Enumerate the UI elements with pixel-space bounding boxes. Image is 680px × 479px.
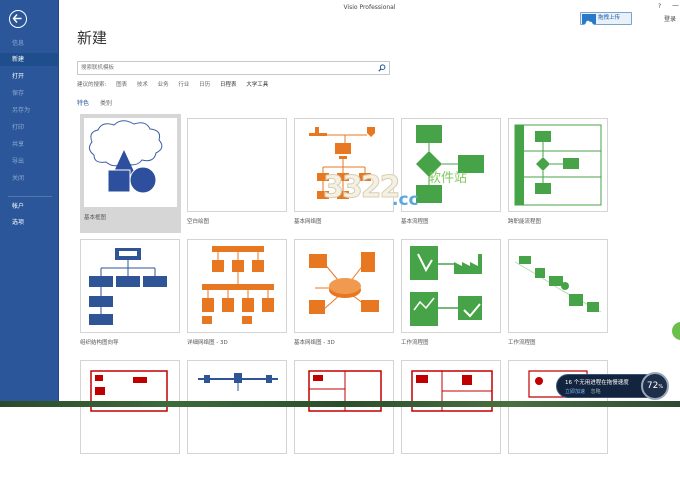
suggested-link-industry[interactable]: 行业 <box>178 82 189 88</box>
cloud-upload-icon <box>582 14 596 28</box>
sidebar-item-open[interactable]: 打开 <box>0 70 59 83</box>
help-button[interactable]: ? <box>658 3 661 10</box>
template-label: 基本网络图 <box>294 219 322 225</box>
memory-gauge[interactable]: 72% <box>641 372 669 400</box>
basic-diagram-thumbnail <box>84 118 177 207</box>
workflow-diagram-thumbnail <box>401 239 501 333</box>
template-workflow-3d[interactable]: 工作流程图 <box>508 239 609 358</box>
gauge-unit: % <box>658 384 664 390</box>
sidebar-item-close[interactable]: 关闭 <box>0 172 59 185</box>
template-label: 基本框图 <box>84 215 107 221</box>
org-chart-wizard-thumbnail <box>80 239 180 333</box>
gauge-value: 72 <box>646 381 659 391</box>
suggested-link-tech[interactable]: 技术 <box>137 82 148 88</box>
back-button[interactable] <box>9 10 27 28</box>
template-detailed-network-3d[interactable]: 详细网络图 - 3D <box>187 239 288 358</box>
main-panel: Visio Professional ? — ✕ 拖拽上传 登录 新建 建议的搜… <box>59 0 680 454</box>
workflow-3d-thumbnail <box>508 239 608 333</box>
search-icon[interactable] <box>378 64 386 72</box>
watermark-digits: 3322 <box>323 170 401 206</box>
template-workflow[interactable]: 工作流程图 <box>401 239 502 358</box>
template-label: 基本流程图 <box>401 219 429 225</box>
template-timeline[interactable] <box>187 360 288 479</box>
template-blank-drawing[interactable]: 空白绘图 <box>187 118 288 237</box>
sidebar-item-account[interactable]: 帐户 <box>0 200 59 213</box>
template-label: 工作流程图 <box>508 340 536 346</box>
home-plan-thumbnail <box>401 360 501 454</box>
page-title: 新建 <box>77 29 108 47</box>
search-input[interactable] <box>78 62 372 74</box>
suggested-link-schedule[interactable]: 日程表 <box>220 82 237 88</box>
template-label: 工作流程图 <box>401 340 429 346</box>
tab-categories[interactable]: 类别 <box>100 100 112 107</box>
cross-functional-flowchart-thumbnail <box>508 118 608 212</box>
detailed-network-3d-thumbnail <box>187 239 287 333</box>
template-label: 组织结构图向导 <box>80 340 119 346</box>
sidebar-item-export[interactable]: 导出 <box>0 155 59 168</box>
timeline-thumbnail <box>187 360 287 454</box>
sidebar-item-info[interactable]: 信息 <box>0 37 59 50</box>
notification-message: 16 个无用进程在拖慢速度 <box>565 380 629 386</box>
suggested-label: 建议的搜索: <box>77 82 107 88</box>
floor-plan-thumbnail <box>80 360 180 454</box>
sidebar-item-share[interactable]: 共享 <box>0 138 59 151</box>
basic-network-3d-thumbnail <box>294 239 394 333</box>
sidebar-item-save[interactable]: 保存 <box>0 87 59 100</box>
upload-button[interactable]: 拖拽上传 <box>580 12 632 28</box>
minimize-button[interactable]: — <box>672 1 679 9</box>
sidebar-divider <box>8 196 52 197</box>
process-notification: 16 个无用进程在拖慢速度 立即加速 忽略 <box>556 374 648 398</box>
template-label: 基本网络图 - 3D <box>294 340 335 346</box>
suggested-searches: 建议的搜索: 图表 技术 业务 行业 日历 日程表 大学工具 <box>77 80 276 88</box>
template-label: 跨职能流程图 <box>508 219 542 225</box>
template-home-plan[interactable] <box>401 360 502 479</box>
ignore-link[interactable]: 忽略 <box>591 389 601 395</box>
suggested-link-calendar[interactable]: 日历 <box>199 82 210 88</box>
watermark-suffix: .cc <box>392 190 419 210</box>
tab-featured[interactable]: 特色 <box>77 100 89 107</box>
sidebar-item-new[interactable]: 新建 <box>0 53 59 66</box>
template-basic-diagram[interactable]: 基本框图 <box>80 114 181 233</box>
office-layout-thumbnail <box>294 360 394 454</box>
template-cross-functional-flowchart[interactable]: 跨职能流程图 <box>508 118 609 237</box>
speed-up-link[interactable]: 立即加速 <box>565 389 585 395</box>
template-office-layout[interactable] <box>294 360 395 479</box>
template-label: 空白绘图 <box>187 219 210 225</box>
backstage-sidebar: 信息 新建 打开 保存 另存为 打印 共享 导出 关闭 帐户 选项 <box>0 0 59 407</box>
watermark-site-name: 软件站 <box>428 171 468 186</box>
sidebar-item-options[interactable]: 选项 <box>0 216 59 229</box>
template-floor-plan[interactable] <box>80 360 181 479</box>
template-label: 详细网络图 - 3D <box>187 340 228 346</box>
taskbar-strip <box>0 401 680 407</box>
suggested-link-business[interactable]: 业务 <box>158 82 169 88</box>
sign-in-link[interactable]: 登录 <box>664 14 676 23</box>
suggested-link-university-tools[interactable]: 大学工具 <box>246 82 268 88</box>
template-tabs: 特色 类别 <box>77 98 112 107</box>
template-org-chart-wizard[interactable]: 组织结构图向导 <box>80 239 181 358</box>
suggested-link-charts[interactable]: 图表 <box>116 82 127 88</box>
upload-label: 拖拽上传 <box>598 15 621 21</box>
sidebar-item-print[interactable]: 打印 <box>0 121 59 134</box>
back-arrow-icon <box>12 14 22 23</box>
app-title: Visio Professional <box>343 4 396 11</box>
template-search-box <box>77 61 390 75</box>
blank-drawing-thumbnail <box>187 118 287 212</box>
sidebar-item-save-as[interactable]: 另存为 <box>0 104 59 117</box>
template-basic-network-3d[interactable]: 基本网络图 - 3D <box>294 239 395 358</box>
